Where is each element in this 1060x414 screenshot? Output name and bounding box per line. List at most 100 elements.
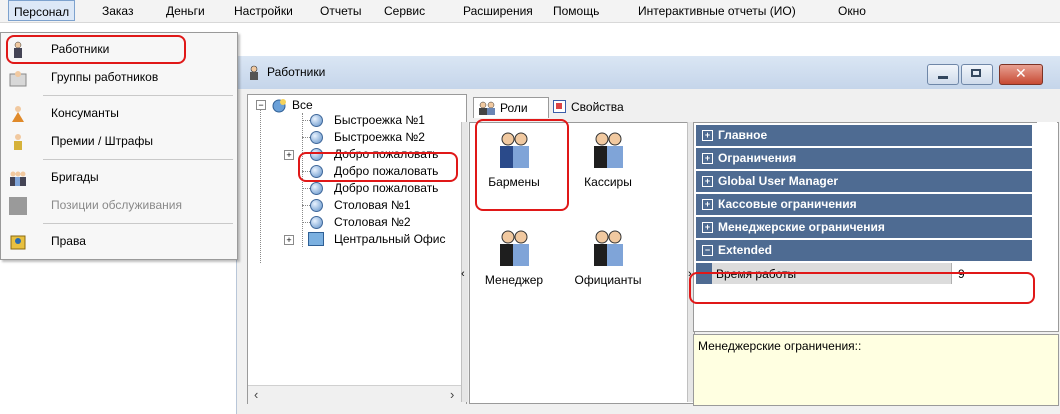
manager-role-icon (500, 230, 529, 266)
category-label: Кассовые ограничения (718, 197, 857, 211)
expand-icon[interactable]: + (702, 153, 713, 164)
tab-roles-label: Роли (500, 101, 528, 115)
maximize-button[interactable] (961, 64, 993, 85)
menu-personnel[interactable]: Персонал (8, 0, 76, 21)
menu-bar: Персонал Заказ Деньги Настройки Отчеты С… (0, 0, 1060, 23)
tree-scrollbar[interactable]: ‹ › (248, 385, 466, 404)
menu-reports[interactable]: Отчеты (320, 4, 361, 18)
menu-separator (43, 223, 233, 224)
personnel-menu: Работники Группы работников Консуманты П… (0, 32, 238, 260)
group-tree[interactable]: − Все Быстроежка №1 Быстроежка №2 + Добр… (247, 94, 467, 404)
menu-item-bonuses[interactable]: Премии / Штрафы (1, 127, 237, 155)
description-panel: Менеджерские ограничения:: (693, 334, 1059, 406)
menu-item-rights[interactable]: Права (1, 227, 237, 255)
highlight-work-time-row (689, 272, 1035, 304)
category-global-user-manager[interactable]: + Global User Manager (696, 171, 1032, 192)
workers-window: Работники ✕ − Все Быстроежка №1 Быстроеж… (236, 56, 1060, 414)
office-icon (308, 232, 324, 246)
close-button[interactable]: ✕ (999, 64, 1043, 85)
menu-settings[interactable]: Настройки (234, 4, 293, 18)
menu-order[interactable]: Заказ (102, 4, 133, 18)
description-text: Менеджерские ограничения:: (698, 339, 862, 353)
rights-icon (10, 235, 26, 250)
menu-item-label: Позиции обслуживания (51, 198, 183, 212)
category-limits[interactable]: + Ограничения (696, 148, 1032, 169)
all-groups-icon (272, 99, 286, 113)
waiter-role-icon (594, 230, 623, 266)
category-label: Global User Manager (718, 174, 839, 188)
menu-item-label: Бригады (51, 170, 99, 184)
close-icon: ✕ (1015, 65, 1027, 81)
highlight-role-bartenders (475, 119, 569, 211)
collapse-icon[interactable]: − (702, 245, 713, 256)
collapse-icon[interactable]: − (256, 100, 266, 110)
minimize-button[interactable] (927, 64, 959, 85)
menu-money[interactable]: Деньги (166, 4, 205, 18)
worker-groups-icon (9, 71, 27, 87)
group-icon (310, 182, 323, 195)
minimize-icon (938, 76, 948, 79)
tree-node[interactable]: Быстроежка №1 (334, 113, 425, 127)
window-title: Работники (267, 65, 326, 79)
tree-node[interactable]: Быстроежка №2 (334, 130, 425, 144)
menu-extensions[interactable]: Расширения (463, 4, 533, 18)
expand-icon[interactable]: + (284, 150, 294, 160)
tree-node[interactable]: Столовая №2 (334, 215, 411, 229)
menu-item-worker-groups[interactable]: Группы работников (1, 63, 237, 91)
role-manager[interactable]: Менеджер (474, 229, 554, 287)
menu-item-label: Консуманты (51, 106, 119, 120)
consumer-icon (12, 106, 24, 122)
category-label: Главное (718, 128, 768, 142)
menu-item-consumers[interactable]: Консуманты (1, 99, 237, 127)
tree-node[interactable]: Столовая №1 (334, 198, 411, 212)
group-icon (310, 114, 323, 127)
highlight-workers (6, 35, 186, 64)
category-manager-limits[interactable]: + Менеджерские ограничения (696, 217, 1032, 238)
scroll-left-icon[interactable]: ‹ (254, 387, 258, 402)
category-extended[interactable]: − Extended (696, 240, 1032, 261)
expand-icon[interactable]: + (702, 222, 713, 233)
menu-separator (43, 159, 233, 160)
roles-icon (479, 101, 495, 115)
group-icon (310, 216, 323, 229)
menu-service[interactable]: Сервис (384, 4, 425, 18)
category-cash-limits[interactable]: + Кассовые ограничения (696, 194, 1032, 215)
menu-item-label: Права (51, 234, 86, 248)
scroll-right-icon[interactable]: › (450, 387, 454, 402)
grid-margin (1037, 122, 1057, 330)
category-label: Ограничения (718, 151, 797, 165)
category-main[interactable]: + Главное (696, 125, 1032, 146)
expand-icon[interactable]: + (702, 199, 713, 210)
role-label: Официанты (574, 273, 642, 287)
role-label: Кассиры (584, 175, 632, 189)
menu-window[interactable]: Окно (838, 4, 866, 18)
category-label: Extended (718, 243, 773, 257)
tree-line (260, 109, 261, 263)
maximize-icon (971, 69, 981, 77)
group-icon (310, 131, 323, 144)
role-waiters[interactable]: Официанты (568, 229, 648, 287)
chevron-left-icon[interactable]: ‹ (461, 268, 465, 280)
worker-icon (250, 65, 258, 80)
tree-node[interactable]: Добро пожаловать (334, 181, 438, 195)
menu-item-brigades[interactable]: Бригады (1, 163, 237, 191)
tab-roles[interactable]: Роли (473, 97, 549, 118)
category-label: Менеджерские ограничения (718, 220, 885, 234)
role-label: Менеджер (484, 273, 544, 287)
expand-icon[interactable]: + (702, 130, 713, 141)
role-cashiers[interactable]: Кассиры (568, 131, 648, 189)
expand-icon[interactable]: + (702, 176, 713, 187)
menu-help[interactable]: Помощь (553, 4, 599, 18)
tab-properties-label: Свойства (571, 100, 624, 114)
menu-interactive-reports[interactable]: Интерактивные отчеты (ИО) (638, 4, 796, 18)
cashier-role-icon (594, 132, 623, 168)
tree-root[interactable]: Все (292, 98, 313, 112)
window-titlebar[interactable]: Работники ✕ (237, 56, 1060, 89)
properties-icon (553, 100, 566, 113)
expand-icon[interactable]: + (284, 235, 294, 245)
tab-properties[interactable]: Свойства (551, 97, 661, 117)
bonus-penalty-icon (14, 134, 22, 150)
splitter[interactable]: ‹ (461, 122, 468, 402)
group-icon (310, 199, 323, 212)
tree-node[interactable]: Центральный Офис (334, 232, 464, 246)
